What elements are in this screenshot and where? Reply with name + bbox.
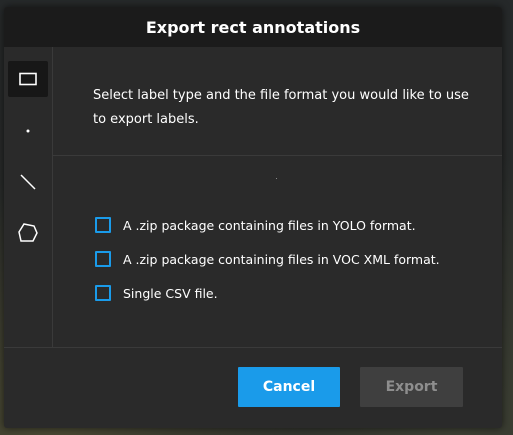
tool-point[interactable] <box>8 113 48 149</box>
rectangle-icon <box>19 72 37 86</box>
option-yolo-label: A .zip package containing files in YOLO … <box>123 217 416 233</box>
tool-rect[interactable] <box>8 61 48 97</box>
checkbox-voc-xml[interactable] <box>95 251 111 267</box>
export-button[interactable]: Export <box>360 367 463 407</box>
footer-divider <box>4 347 502 348</box>
instructions-text: Select label type and the file format yo… <box>93 88 469 127</box>
option-voc-xml-label: A .zip package containing files in VOC X… <box>123 251 440 267</box>
line-icon <box>20 174 36 190</box>
section-divider <box>53 155 502 156</box>
checkbox-yolo[interactable] <box>95 217 111 233</box>
dialog-content: Select label type and the file format yo… <box>53 47 502 347</box>
tool-polygon[interactable] <box>8 215 48 251</box>
option-voc-xml[interactable]: A .zip package containing files in VOC X… <box>95 250 440 268</box>
option-csv[interactable]: Single CSV file. <box>95 284 218 302</box>
export-dialog: Export rect annotations Select label typ… <box>4 7 502 428</box>
cancel-button[interactable]: Cancel <box>238 367 340 407</box>
divider-mark <box>276 178 277 179</box>
option-csv-label: Single CSV file. <box>123 285 218 301</box>
option-yolo[interactable]: A .zip package containing files in YOLO … <box>95 216 416 234</box>
dialog-title: Export rect annotations <box>145 17 361 37</box>
dialog-header: Export rect annotations <box>4 7 502 47</box>
checkbox-csv[interactable] <box>95 285 111 301</box>
point-icon <box>26 129 30 133</box>
tool-line[interactable] <box>8 164 48 200</box>
polygon-icon <box>18 223 38 242</box>
label-type-sidebar <box>4 47 53 347</box>
